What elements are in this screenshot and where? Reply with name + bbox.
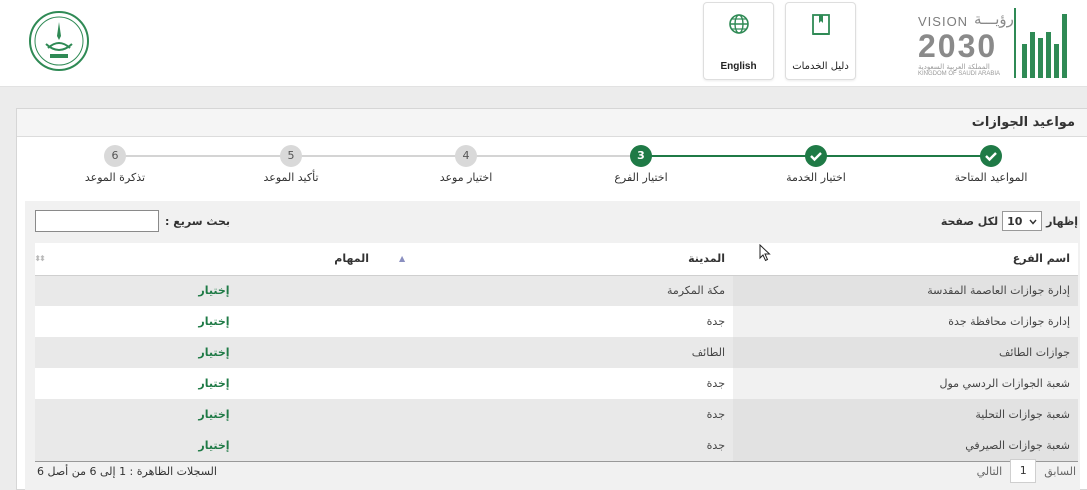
branch-name: جوازات الطائف xyxy=(733,337,1078,368)
kingdom-name-arabic: المملكة العربية السعودية xyxy=(918,63,990,71)
page-size-value: 10 xyxy=(1007,214,1023,228)
branches-table-section: إظهار 10 لكل صفحة بحث سريع : اسم الفرع ا… xyxy=(25,201,1080,490)
table-row: شعبة الجوازات الردسي مول جدة إختيار xyxy=(35,368,1078,399)
english-language-button[interactable]: English xyxy=(703,2,774,80)
select-branch-link[interactable]: إختيار xyxy=(198,408,229,421)
table-header-row: اسم الفرع المدينة ▲ المهام ⬍ ⬍ xyxy=(34,243,1078,276)
step-label: المواعيد المتاحة xyxy=(954,171,1028,184)
show-suffix-label: لكل صفحة xyxy=(940,214,999,228)
step-connector xyxy=(467,155,642,157)
step-connector xyxy=(642,155,817,157)
branch-city: جدة xyxy=(393,306,733,337)
previous-page-button[interactable]: السابق xyxy=(1044,465,1076,478)
branch-name: إدارة جوازات العاصمة المقدسة xyxy=(733,275,1078,306)
step-label: تأكيد الموعد xyxy=(263,171,319,184)
step-label: اختيار موعد xyxy=(439,171,493,184)
select-branch-link[interactable]: إختيار xyxy=(198,377,229,390)
panel-header: مواعيد الجوازات xyxy=(17,109,1087,137)
next-page-button[interactable]: التالي xyxy=(977,465,1003,478)
site-header: English دليل الخدمات VISION رؤيـــة 2030… xyxy=(0,0,1087,87)
table-row: إدارة جوازات العاصمة المقدسة مكة المكرمة… xyxy=(35,275,1078,306)
table-row: شعبة جوازات التحلية جدة إختيار xyxy=(35,399,1078,430)
appointments-panel: مواعيد الجوازات المواعيد المتاحة اختيار … xyxy=(16,108,1087,490)
vision-title: VISION xyxy=(918,14,969,29)
column-header-tasks[interactable]: المهام ⬍ ⬍ xyxy=(34,243,393,276)
absher-logo xyxy=(1014,8,1070,78)
branch-name: شعبة جوازات التحلية xyxy=(733,399,1078,430)
english-button-label: English xyxy=(720,61,757,72)
step-number: 3 xyxy=(630,145,652,167)
show-prefix-label: إظهار xyxy=(1046,214,1078,228)
branch-name: إدارة جوازات محافظة جدة xyxy=(948,315,1070,328)
step-label: تذكرة الموعد xyxy=(84,171,146,184)
kingdom-name-english: KINGDOM OF SAUDI ARABIA xyxy=(918,71,1001,77)
vision-2030-logo: VISION رؤيـــة 2030 المملكة العربية السع… xyxy=(918,10,1016,78)
book-icon xyxy=(786,13,855,39)
panel-title: مواعيد الجوازات xyxy=(971,115,1075,130)
saudi-emblem-logo xyxy=(28,10,90,72)
step-number: 4 xyxy=(455,145,477,167)
page-size-control: إظهار 10 لكل صفحة xyxy=(941,211,1078,231)
branch-city: مكة المكرمة xyxy=(393,275,733,306)
mouse-cursor-icon xyxy=(759,243,771,262)
step-connector xyxy=(817,155,992,157)
step-label: اختيار الفرع xyxy=(614,171,668,184)
progress-stepper: المواعيد المتاحة اختيار الخدمة 3 اختيار … xyxy=(17,137,1087,199)
branches-table: اسم الفرع المدينة ▲ المهام ⬍ ⬍ إدارة جوا… xyxy=(34,243,1078,462)
sort-icon: ⬍ xyxy=(39,254,46,263)
branch-city: جدة xyxy=(393,399,733,430)
records-info: السجلات الظاهرة : 1 إلى 6 من أصل 6 xyxy=(37,465,217,478)
step-2-check-icon xyxy=(805,145,827,167)
select-branch-link[interactable]: إختيار xyxy=(198,439,229,452)
select-branch-link[interactable]: إختيار xyxy=(198,284,229,297)
table-row: جوازات الطائف الطائف إختيار xyxy=(35,337,1078,368)
branch-city: جدة xyxy=(393,368,733,399)
quick-search-control: بحث سريع : xyxy=(35,210,230,232)
select-branch-link[interactable]: إختيار xyxy=(198,315,229,328)
globe-icon xyxy=(704,13,773,39)
step-number: 5 xyxy=(280,145,302,167)
branch-name: شعبة الجوازات الردسي مول xyxy=(939,377,1070,390)
step-connector xyxy=(292,155,467,157)
branch-city: جدة xyxy=(393,430,733,462)
table-row: شعبة جوازات الصيرفي جدة إختيار xyxy=(35,430,1078,462)
sort-ascending-icon: ▲ xyxy=(399,254,406,263)
column-header-city[interactable]: المدينة ▲ xyxy=(393,243,733,276)
step-1-check-icon xyxy=(980,145,1002,167)
step-label: اختيار الخدمة xyxy=(786,171,846,184)
vision-year: 2030 xyxy=(918,28,998,64)
chevron-down-icon xyxy=(1029,215,1037,228)
column-header-name[interactable]: اسم الفرع xyxy=(733,243,1078,276)
branch-name: شعبة جوازات الصيرفي xyxy=(733,430,1078,462)
pagination: السابق 1 التالي xyxy=(977,459,1076,483)
page-size-select[interactable]: 10 xyxy=(1002,211,1043,231)
step-number: 6 xyxy=(104,145,126,167)
current-page-button[interactable]: 1 xyxy=(1010,459,1037,483)
services-guide-label: دليل الخدمات xyxy=(792,61,849,72)
vision-title-arabic: رؤيـــة xyxy=(974,10,1014,28)
step-connector xyxy=(115,155,292,157)
search-label: بحث سريع : xyxy=(165,214,231,228)
table-row: إدارة جوازات محافظة جدة جدة إختيار xyxy=(35,306,1078,337)
branch-city: الطائف xyxy=(393,337,733,368)
services-guide-button[interactable]: دليل الخدمات xyxy=(785,2,856,80)
select-branch-link[interactable]: إختيار xyxy=(198,346,229,359)
search-input[interactable] xyxy=(35,210,159,232)
